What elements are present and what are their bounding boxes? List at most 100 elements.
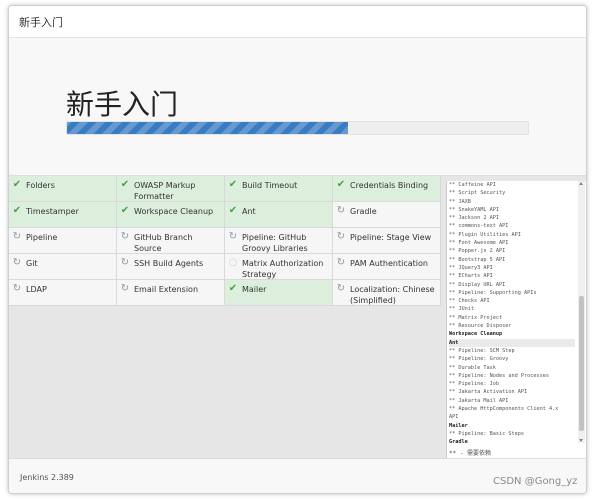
plugin-item: ✔ Build Timeout (225, 176, 333, 202)
log-line: ** Pipeline: SCM Step (449, 347, 515, 354)
refresh-icon: ↻ (12, 257, 22, 268)
plugin-item-label: Build Timeout (242, 181, 298, 190)
plugin-item-label: OWASP Markup Formatter (134, 181, 196, 201)
plugin-item-label: Workspace Cleanup (134, 207, 214, 216)
plugin-item-label: Pipeline: Stage View (350, 233, 432, 242)
log-line: ** Pipeline: Nodes and Processes (449, 372, 549, 379)
plugin-item-label: Git (26, 259, 38, 268)
log-line: Ant (449, 338, 575, 347)
pending-icon: ○ (228, 257, 238, 268)
scroll-up-icon[interactable] (579, 182, 583, 185)
log-line: ** Apache HttpComponents Client 4.x (449, 406, 559, 413)
dialog-title: 新手入门 (19, 16, 63, 29)
plugin-item-label: Mailer (242, 285, 267, 294)
watermark: CSDN @Gong_yz (493, 476, 578, 487)
refresh-icon: ↻ (228, 231, 238, 242)
log-line: Gradle (449, 439, 468, 443)
plugin-item-label: LDAP (26, 285, 47, 294)
plugin-item: ✔ Workspace Cleanup (117, 202, 225, 228)
plugin-item-label: Email Extension (134, 285, 199, 294)
install-log-panel[interactable]: ** Caffeine API ** Script Security ** JAXB… (446, 181, 586, 458)
log-line: ** Bootstrap 5 API (449, 256, 506, 263)
plugin-item-label: Folders (26, 181, 55, 190)
plugin-item-label: SSH Build Agents (134, 259, 204, 268)
plugin-item-label: Ant (242, 207, 256, 216)
check-icon: ✔ (228, 179, 238, 190)
check-icon: ✔ (228, 205, 238, 216)
log-line: ** Matrix Project (449, 314, 503, 321)
log-line: ** Caffeine API (449, 182, 496, 188)
refresh-icon: ↻ (120, 257, 130, 268)
plugin-item: ✔ Ant (225, 202, 333, 228)
plugin-item: ✔ Credentials Binding (333, 176, 441, 202)
log-line: ** SnakeYAML API (449, 206, 499, 213)
log-line: ** JUnit (449, 306, 474, 313)
plugin-item: ✔ Timestamper (9, 202, 117, 228)
install-log-lines: ** Caffeine API ** Script Security ** JAXB… (449, 181, 575, 443)
log-line: ** Jakarta Activation API (449, 389, 528, 396)
plugin-item: ↻ Gradle (333, 202, 441, 228)
log-line: ** Pipeline: Supporting APIs (449, 289, 537, 296)
check-icon: ✔ (12, 205, 22, 216)
log-scrollbar-thumb[interactable] (579, 296, 584, 431)
log-line: ** Font Awesome API (449, 240, 509, 247)
plugin-item-label: Credentials Binding (350, 181, 429, 190)
refresh-icon: ↻ (12, 231, 22, 242)
log-line: ** Pipeline: Basic Steps (449, 430, 524, 437)
log-line: ** Display URL API (449, 281, 506, 288)
log-line: Workspace Cleanup (449, 331, 503, 338)
log-line: ** Plugin Utilities API (449, 231, 521, 238)
plugin-item: ↻ Pipeline: GitHub Groovy Libraries (225, 228, 333, 254)
log-legend: ** - 需要依赖 (449, 450, 492, 457)
plugin-install-area: ✔ Folders ✔ OWASP Markup Formatter ✔ Build Ti… (9, 176, 586, 458)
jenkins-version: Jenkins 2.389 (20, 473, 74, 482)
plugin-item: ↻ Git (9, 254, 117, 280)
dialog-header: 新手入门 (9, 6, 586, 38)
log-line: ** Jackson 2 API (449, 215, 499, 222)
plugin-item: ↻ Localization: Chinese (Simplified) (333, 280, 441, 306)
plugin-item-label: Pipeline (26, 233, 58, 242)
install-progress-fill (67, 122, 349, 134)
page-title: 新手入门 (66, 88, 179, 121)
log-line: ** Checks API (449, 298, 490, 305)
refresh-icon: ↻ (12, 283, 22, 294)
setup-wizard-dialog: 新手入门 新手入门 ✔ Folders ✔ OWASP Markup Formatte… (8, 5, 587, 494)
plugin-item: ↻ Pipeline (9, 228, 117, 254)
plugin-item: ↻ PAM Authentication (333, 254, 441, 280)
refresh-icon: ↻ (336, 283, 346, 294)
refresh-icon: ↻ (336, 257, 346, 268)
plugin-item: ↻ Pipeline: Stage View (333, 228, 441, 254)
log-line: ** ECharts API (449, 273, 493, 280)
log-line: ** Pipeline: Groovy (449, 356, 509, 363)
plugin-item: ↻ GitHub Branch Source (117, 228, 225, 254)
log-scrollbar[interactable] (578, 181, 585, 443)
check-icon: ✔ (12, 179, 22, 190)
log-line: ** Script Security (449, 190, 506, 197)
plugin-item: ↻ Email Extension (117, 280, 225, 306)
refresh-icon: ↻ (120, 231, 130, 242)
check-icon: ✔ (228, 283, 238, 294)
plugin-item: ○ Matrix Authorization Strategy (225, 254, 333, 280)
plugin-item: ✔ Folders (9, 176, 117, 202)
progress-section: 新手入门 (9, 38, 586, 176)
plugin-item-label: Pipeline: GitHub Groovy Libraries (242, 233, 308, 253)
plugin-item-label: Gradle (350, 207, 377, 216)
log-line: ** Durable Task (449, 364, 496, 371)
log-line: ** Pipeline: Job (449, 381, 499, 388)
log-line: ** Resource Disposer (449, 323, 512, 330)
plugin-item-label: GitHub Branch Source (134, 233, 193, 253)
plugin-item-label: Localization: Chinese (Simplified) (350, 285, 435, 305)
log-line: ** Jakarta Mail API (449, 397, 509, 404)
plugin-item: ✔ OWASP Markup Formatter (117, 176, 225, 202)
refresh-icon: ↻ (336, 205, 346, 216)
log-line: ** commons-text API (449, 223, 509, 230)
plugin-item-label: PAM Authentication (350, 259, 428, 268)
install-progress-bar (66, 121, 529, 135)
plugin-item: ↻ LDAP (9, 280, 117, 306)
plugin-item-label: Timestamper (26, 207, 79, 216)
refresh-icon: ↻ (336, 231, 346, 242)
scroll-down-icon[interactable] (579, 439, 583, 442)
refresh-icon: ↻ (120, 283, 130, 294)
check-icon: ✔ (120, 205, 130, 216)
log-line: API (449, 414, 459, 421)
